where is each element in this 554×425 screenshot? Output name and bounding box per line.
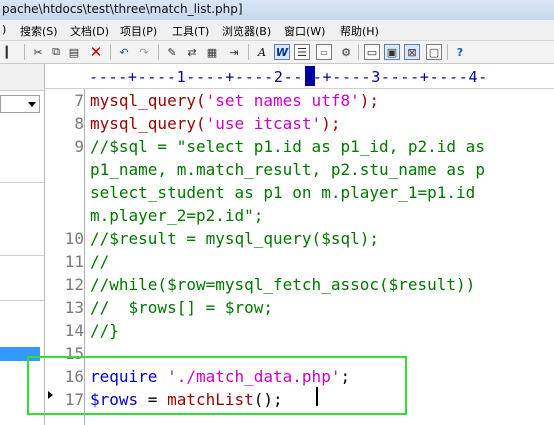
code-token: //} [90,321,119,340]
code-token: m.player_2=p2.id"; [90,206,264,225]
code-token: mysql_query( [90,114,206,133]
panel-divider [0,255,44,256]
toolbar-separator [110,44,111,60]
menu-item-project[interactable]: 项目(P) [120,23,157,39]
menu-item-search[interactable]: 搜索(S) [20,23,58,39]
paste-icon[interactable]: ▤ [66,44,82,60]
code-line[interactable]: m.player_2=p2.id"; [90,204,263,227]
panel-divider [0,182,44,183]
code-line[interactable]: //$sql = "select p1.id as p1_id, p2.id a… [90,135,485,158]
line-number: 9 [74,137,84,156]
ruler-text: ----+----1----+----2----+----3----+----4… [89,68,488,86]
toolbar-separator [358,44,359,60]
ruler-icon[interactable]: ▭ [316,44,332,60]
output-icon[interactable]: ⊠ [404,44,420,60]
panel-header [0,64,44,91]
menu-item-help[interactable]: 帮助(H) [340,23,379,39]
cut-icon[interactable]: ✂ [30,44,46,60]
panel-dropdown[interactable] [0,95,40,113]
find-in-files-icon[interactable]: ▦ [204,44,220,60]
code-line[interactable]: //$result = mysql_query($sql); [90,227,379,250]
toolbar-separator [158,44,159,60]
column-ruler: ----+----1----+----2----+----3----+----4… [45,64,554,89]
title-bar: pache\htdocs\test\three\match_list.php] [0,0,554,21]
code-line[interactable]: p1_name, m.match_result, p2.stu_name as … [90,158,485,181]
line-number: 8 [74,114,84,133]
annotation-highlight-box [27,356,407,415]
panel-divider [0,300,44,301]
code-token: select_student as p1 on m.player_1=p1.id [90,183,476,202]
find-icon[interactable]: ✎ [164,44,180,60]
code-line[interactable]: // [90,250,109,273]
line-number: 14 [64,321,84,340]
copy-icon[interactable]: ⧉ [48,44,64,60]
window-icon[interactable]: ▭ [364,44,380,60]
toolbar-separator [447,44,448,60]
align-icon[interactable]: ☰ [294,44,310,60]
undo-icon[interactable]: ↶ [116,44,132,60]
code-token: ); [321,114,341,133]
code-token: // $rows[] = $row; [90,298,274,317]
menu-bar: ) 搜索(S) 文档(D) 项目(P) 工具(T) 浏览器(B) 窗口(W) 帮… [0,20,554,41]
menu-item-window[interactable]: 窗口(W) [284,23,325,39]
toolbar-separator [248,44,249,60]
menu-item-edit-partial[interactable]: ) [2,23,6,36]
redo-icon[interactable]: ↷ [136,44,152,60]
toolbar: ▎ ✂ ⧉ ▤ ✕ ↶ ↷ ✎ ⇄ ▦ ⇥ A W ☰ ▭ ⚙ ▭ ▣ ⊠ ▢ … [0,41,554,64]
help-icon[interactable]: ? [452,44,468,60]
delete-icon[interactable]: ✕ [88,43,104,61]
panel-icon[interactable]: ▣ [384,44,400,60]
line-number [51,181,84,204]
line-number: 11 [64,252,84,271]
settings-icon[interactable]: ⚙ [338,44,354,60]
code-line[interactable]: // $rows[] = $row; [90,296,273,319]
goto-icon[interactable]: ⇥ [226,44,242,60]
line-number: 10 [64,229,84,248]
code-token: 'set names utf8' [205,91,360,110]
line-number: 7 [74,91,84,110]
scroll-left-icon[interactable]: ▎ [2,44,18,60]
code-line[interactable]: mysql_query('use itcast'); [90,112,340,135]
chevron-down-icon[interactable] [28,102,36,107]
code-token: //$sql = "select p1.id as p1_id, p2.id a… [90,137,485,156]
menu-item-tools[interactable]: 工具(T) [172,23,209,39]
code-token: ); [359,91,379,110]
toolbar-separator [24,44,25,60]
line-number: 12 [64,275,84,294]
line-number [51,204,84,227]
code-line[interactable]: mysql_query('set names utf8'); [90,89,379,112]
line-number [51,158,84,181]
code-token: // [90,252,110,271]
code-token: //$result = mysql_query($sql); [90,229,379,248]
code-token: //while($row=mysql_fetch_assoc($result)) [90,275,476,294]
code-line[interactable]: select_student as p1 on m.player_1=p1.id [90,181,475,204]
code-token: p1_name, m.match_result, p2.stu_name as … [90,160,485,179]
code-line[interactable]: //} [90,319,119,342]
word-wrap-icon[interactable]: W [274,44,290,60]
code-token: 'use itcast' [205,114,322,133]
window-title: pache\htdocs\test\three\match_list.php] [2,2,243,16]
code-line[interactable]: //while($row=mysql_fetch_assoc($result)) [90,273,475,296]
line-number: 13 [64,298,84,317]
code-token: mysql_query( [90,91,206,110]
replace-icon[interactable]: ⇄ [184,44,200,60]
fullscreen-icon[interactable]: ▢ [426,44,442,60]
font-icon[interactable]: A [254,44,270,60]
menu-item-document[interactable]: 文档(D) [70,23,109,39]
menu-item-browser[interactable]: 浏览器(B) [222,23,271,39]
